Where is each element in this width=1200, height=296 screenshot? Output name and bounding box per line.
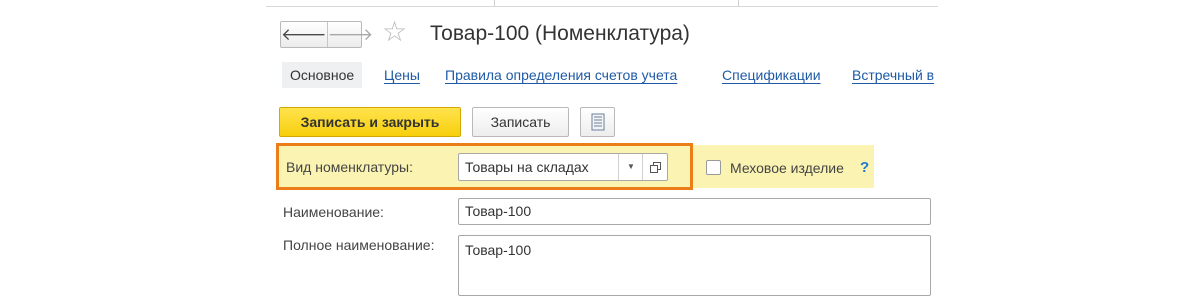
kind-field-callout [276, 143, 693, 190]
star-icon[interactable]: ☆ [382, 18, 407, 46]
document-list-icon [591, 113, 604, 131]
tab-bar: Основное Цены Правила определения счетов… [280, 62, 938, 88]
tab-prices[interactable]: Цены [384, 62, 420, 88]
help-icon[interactable]: ? [860, 159, 869, 176]
name-input[interactable]: Товар-100 [458, 198, 931, 225]
name-label: Наименование: [283, 204, 384, 220]
fur-checkbox[interactable] [706, 160, 721, 175]
page-title: Товар-100 (Номенклатура) [430, 22, 690, 45]
top-strip-divider [738, 0, 739, 6]
tab-account-rules[interactable]: Правила определения счетов учета [445, 62, 677, 88]
tab-counter-issue[interactable]: Встречный в [852, 62, 934, 88]
tab-main[interactable]: Основное [282, 62, 363, 88]
save-and-close-button[interactable]: Записать и закрыть [279, 107, 461, 137]
forward-button[interactable]: 🡒 [328, 22, 374, 47]
save-button[interactable]: Записать [472, 107, 569, 137]
navigation-buttons: 🡐 🡒 [280, 21, 373, 48]
back-button[interactable]: 🡐 [281, 22, 328, 47]
top-strip [266, 0, 938, 7]
report-button[interactable] [580, 107, 615, 137]
fur-label: Меховое изделие [730, 160, 844, 176]
arrow-left-icon: 🡐 [281, 24, 327, 44]
full-name-textarea[interactable]: Товар-100 [458, 235, 931, 296]
tab-specifications[interactable]: Спецификации [722, 62, 821, 88]
full-name-label: Полное наименование: [283, 237, 435, 253]
arrow-right-icon: 🡒 [327, 24, 374, 44]
top-strip-divider [494, 0, 495, 6]
